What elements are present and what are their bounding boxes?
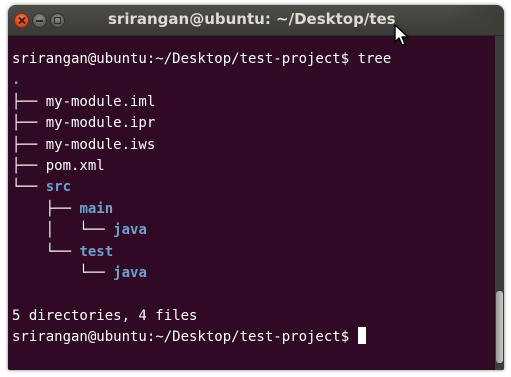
command-line: srirangan@ubuntu:~/Desktop/test-project$… <box>12 51 392 67</box>
tree-line: └── java <box>12 263 495 284</box>
tree-file: my-module.iws <box>45 136 156 153</box>
tree-line: ├── my-module.ipr <box>12 113 495 134</box>
tree-line: ├── my-module.iws <box>12 135 495 156</box>
scrollbar[interactable] <box>495 36 504 370</box>
summary-line: 5 directories, 4 files <box>12 307 198 324</box>
tree-line: ├── my-module.iml <box>12 92 495 113</box>
tree-branch: │ └── <box>12 222 114 239</box>
scrollbar-thumb[interactable] <box>496 291 503 363</box>
tree-file: my-module.ipr <box>45 115 156 132</box>
text-cursor <box>357 327 366 345</box>
tree-directory: java <box>113 264 147 281</box>
title-fade <box>449 5 504 35</box>
tree-root: . <box>12 72 21 89</box>
tree-directory: src <box>45 179 72 196</box>
tree-line: ├── pom.xml <box>12 156 495 177</box>
tree-file: pom.xml <box>45 157 105 174</box>
tree-line: └── test <box>12 242 495 263</box>
prompt-line[interactable]: srirangan@ubuntu:~/Desktop/test-project$ <box>12 327 495 348</box>
tree-branch: ├── <box>12 200 80 217</box>
tree-branch: ├── <box>12 157 46 174</box>
tree-file: my-module.iml <box>45 93 156 110</box>
mouse-pointer-icon <box>394 24 409 46</box>
tree-branch: ├── <box>12 115 46 132</box>
window-title: srirangan@ubuntu: ~/Desktop/tes <box>108 10 396 28</box>
tree-directory: java <box>113 222 147 239</box>
close-icon[interactable] <box>14 13 29 28</box>
minimize-icon[interactable] <box>32 13 47 28</box>
tree-branch: └── <box>12 179 46 196</box>
tree-directory: main <box>79 200 114 217</box>
tree-branch: ├── <box>12 93 46 110</box>
title-bar[interactable]: srirangan@ubuntu: ~/Desktop/tes <box>8 5 504 36</box>
prompt-text: srirangan@ubuntu:~/Desktop/test-project$ <box>12 329 358 346</box>
tree-directory: test <box>79 243 114 260</box>
maximize-icon[interactable] <box>50 13 65 28</box>
tree-branch: ├── <box>12 136 46 153</box>
tree-branch: └── <box>12 264 114 281</box>
terminal-window: srirangan@ubuntu: ~/Desktop/tes sriranga… <box>8 5 504 370</box>
tree-line: │ └── java <box>12 220 495 241</box>
tree-branch: └── <box>12 243 80 260</box>
terminal-output[interactable]: srirangan@ubuntu:~/Desktop/test-project$… <box>8 36 495 370</box>
tree-line: └── src <box>12 177 495 198</box>
tree-line: ├── main <box>12 199 495 220</box>
